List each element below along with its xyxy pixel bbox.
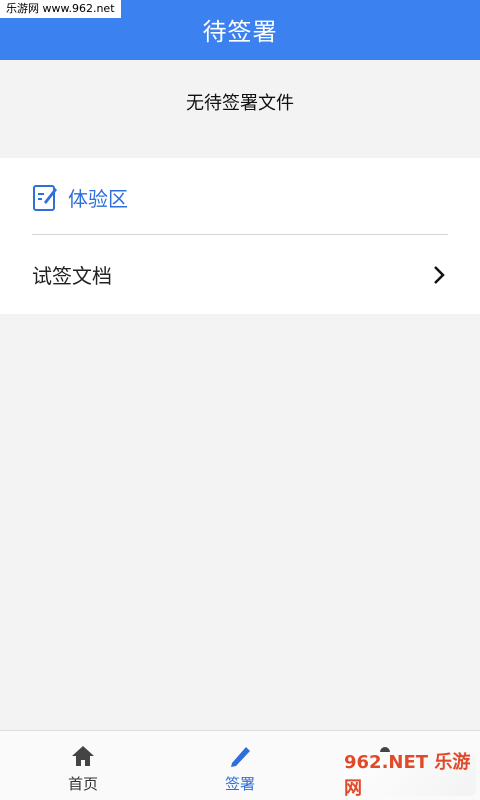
section-title: 体验区 [68,186,128,211]
watermark-logo: 962.NET 乐游网 [344,752,476,799]
watermark-top: 乐游网 www.962.net [0,0,121,18]
nav-sign[interactable]: 签署 [190,731,290,800]
nav-home-label: 首页 [67,775,98,793]
trial-document-row[interactable]: 试签文档 [0,236,480,314]
section-header: 体验区 [32,180,128,214]
home-icon [72,746,94,766]
row-label: 试签文档 [32,264,112,288]
edit-document-icon [33,185,57,211]
nav-home[interactable]: 首页 [33,731,133,800]
divider [32,234,448,235]
chevron-right-icon [434,266,445,284]
experience-section: 体验区 试签文档 [0,158,480,314]
empty-state-text: 无待签署文件 [186,93,294,114]
pen-icon [231,747,250,767]
nav-sign-label: 签署 [224,775,255,793]
